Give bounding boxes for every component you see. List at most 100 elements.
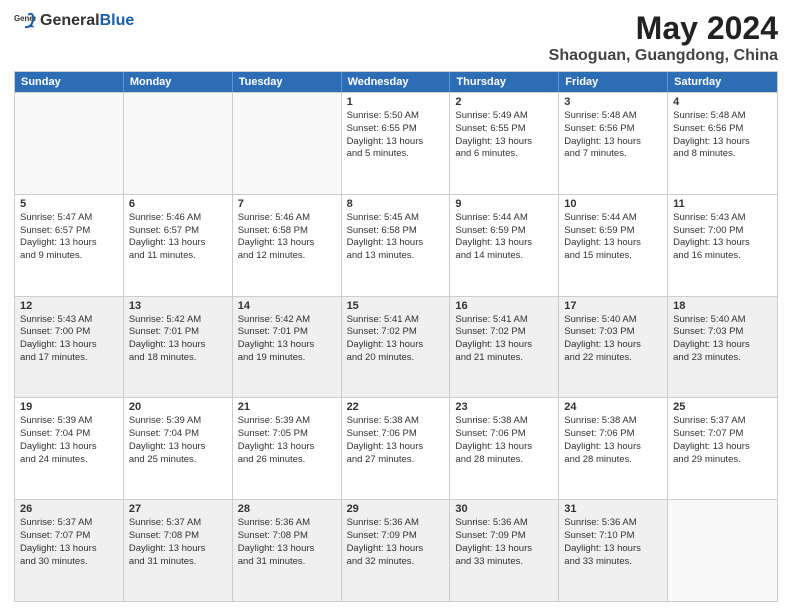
cell-line: Sunset: 7:06 PM	[347, 428, 445, 441]
calendar-cell: 18Sunrise: 5:40 AMSunset: 7:03 PMDayligh…	[668, 297, 777, 398]
cell-line: and 28 minutes.	[564, 454, 662, 467]
day-number: 4	[673, 96, 772, 108]
calendar-cell: 21Sunrise: 5:39 AMSunset: 7:05 PMDayligh…	[233, 398, 342, 499]
cell-line: Sunrise: 5:37 AM	[129, 517, 227, 530]
day-number: 27	[129, 503, 227, 515]
cell-line: Daylight: 13 hours	[347, 441, 445, 454]
cell-line: and 27 minutes.	[347, 454, 445, 467]
cell-line: and 17 minutes.	[20, 352, 118, 365]
cell-line: and 30 minutes.	[20, 556, 118, 569]
cell-line: Sunrise: 5:36 AM	[347, 517, 445, 530]
cell-line: and 18 minutes.	[129, 352, 227, 365]
cell-line: Daylight: 13 hours	[129, 441, 227, 454]
cell-line: Daylight: 13 hours	[455, 339, 553, 352]
cell-line: Sunset: 7:05 PM	[238, 428, 336, 441]
day-number: 15	[347, 300, 445, 312]
cell-line: Sunrise: 5:41 AM	[347, 314, 445, 327]
calendar-cell: 31Sunrise: 5:36 AMSunset: 7:10 PMDayligh…	[559, 500, 668, 601]
day-number: 2	[455, 96, 553, 108]
calendar: SundayMondayTuesdayWednesdayThursdayFrid…	[14, 71, 778, 602]
day-number: 11	[673, 198, 772, 210]
weekday-header: Friday	[559, 72, 668, 92]
cell-line: and 31 minutes.	[129, 556, 227, 569]
cell-line: Sunrise: 5:42 AM	[129, 314, 227, 327]
cell-line: Daylight: 13 hours	[673, 237, 772, 250]
cell-line: Daylight: 13 hours	[20, 237, 118, 250]
cell-line: and 19 minutes.	[238, 352, 336, 365]
cell-line: Daylight: 13 hours	[673, 441, 772, 454]
calendar-cell: 8Sunrise: 5:45 AMSunset: 6:58 PMDaylight…	[342, 195, 451, 296]
cell-line: Sunset: 7:03 PM	[673, 326, 772, 339]
cell-line: Sunrise: 5:50 AM	[347, 110, 445, 123]
cell-line: Sunrise: 5:38 AM	[347, 415, 445, 428]
cell-line: Sunset: 7:09 PM	[347, 530, 445, 543]
cell-line: Daylight: 13 hours	[564, 136, 662, 149]
calendar-cell: 19Sunrise: 5:39 AMSunset: 7:04 PMDayligh…	[15, 398, 124, 499]
cell-line: Daylight: 13 hours	[455, 543, 553, 556]
header: General General Blue May 2024 Shaoguan, …	[14, 10, 778, 65]
cell-line: Daylight: 13 hours	[20, 339, 118, 352]
calendar-cell: 13 Sunrise: 5:42 AMSunset: 7:01 PMDayligh…	[124, 297, 233, 398]
cell-line: Sunrise: 5:41 AM	[455, 314, 553, 327]
cell-line: Sunset: 7:01 PM	[129, 326, 227, 339]
cell-line: Sunrise: 5:48 AM	[673, 110, 772, 123]
cell-line: Daylight: 13 hours	[129, 339, 227, 352]
cell-line: and 12 minutes.	[238, 250, 336, 263]
logo-text-blue: Blue	[100, 12, 135, 30]
cell-line: and 21 minutes.	[455, 352, 553, 365]
calendar-cell: 2Sunrise: 5:49 AMSunset: 6:55 PMDaylight…	[450, 93, 559, 194]
day-number: 25	[673, 401, 772, 413]
cell-line: Daylight: 13 hours	[673, 136, 772, 149]
cell-line: Sunrise: 5:44 AM	[455, 212, 553, 225]
day-number: 9	[455, 198, 553, 210]
cell-line: Daylight: 13 hours	[347, 237, 445, 250]
calendar-cell: 3Sunrise: 5:48 AMSunset: 6:56 PMDaylight…	[559, 93, 668, 194]
calendar-cell: 20Sunrise: 5:39 AMSunset: 7:04 PMDayligh…	[124, 398, 233, 499]
cell-line: Sunset: 6:56 PM	[673, 123, 772, 136]
cell-line: Sunset: 7:07 PM	[20, 530, 118, 543]
day-number: 13	[129, 300, 227, 312]
day-number: 24	[564, 401, 662, 413]
calendar-cell: 5Sunrise: 5:47 AMSunset: 6:57 PMDaylight…	[15, 195, 124, 296]
cell-line: Sunset: 7:06 PM	[564, 428, 662, 441]
cell-line: Sunrise: 5:43 AM	[20, 314, 118, 327]
cell-line: and 11 minutes.	[129, 250, 227, 263]
cell-line: and 26 minutes.	[238, 454, 336, 467]
cell-line: Sunrise: 5:49 AM	[455, 110, 553, 123]
cell-line: Sunset: 6:58 PM	[238, 225, 336, 238]
calendar-row: 5Sunrise: 5:47 AMSunset: 6:57 PMDaylight…	[15, 194, 777, 296]
day-number: 3	[564, 96, 662, 108]
cell-line: Daylight: 13 hours	[564, 543, 662, 556]
cell-line: Sunrise: 5:39 AM	[20, 415, 118, 428]
cell-line: Sunrise: 5:45 AM	[347, 212, 445, 225]
calendar-cell: 7Sunrise: 5:46 AMSunset: 6:58 PMDaylight…	[233, 195, 342, 296]
cell-line: Sunset: 6:56 PM	[564, 123, 662, 136]
cell-line: Daylight: 13 hours	[347, 339, 445, 352]
cell-line: and 14 minutes.	[455, 250, 553, 263]
calendar-cell: 1Sunrise: 5:50 AMSunset: 6:55 PMDaylight…	[342, 93, 451, 194]
day-number: 19	[20, 401, 118, 413]
cell-line: Sunrise: 5:39 AM	[129, 415, 227, 428]
cell-line: and 20 minutes.	[347, 352, 445, 365]
cell-line: Sunset: 7:01 PM	[238, 326, 336, 339]
weekday-header: Thursday	[450, 72, 559, 92]
cell-line: Sunrise: 5:40 AM	[673, 314, 772, 327]
cell-line: and 25 minutes.	[129, 454, 227, 467]
logo-text-general: General	[40, 12, 100, 30]
cell-line: Sunset: 7:09 PM	[455, 530, 553, 543]
cell-line: and 24 minutes.	[20, 454, 118, 467]
cell-line: Daylight: 13 hours	[455, 441, 553, 454]
calendar-cell: 15Sunrise: 5:41 AMSunset: 7:02 PMDayligh…	[342, 297, 451, 398]
cell-line: Sunrise: 5:38 AM	[455, 415, 553, 428]
day-number: 10	[564, 198, 662, 210]
cell-line: and 22 minutes.	[564, 352, 662, 365]
cell-line: Sunset: 6:59 PM	[564, 225, 662, 238]
cell-line: and 32 minutes.	[347, 556, 445, 569]
calendar-cell: 6Sunrise: 5:46 AMSunset: 6:57 PMDaylight…	[124, 195, 233, 296]
calendar-subtitle: Shaoguan, Guangdong, China	[549, 47, 778, 65]
weekday-header: Monday	[124, 72, 233, 92]
cell-line: Sunset: 7:08 PM	[238, 530, 336, 543]
cell-line: Daylight: 13 hours	[238, 543, 336, 556]
calendar-cell: 26Sunrise: 5:37 AMSunset: 7:07 PMDayligh…	[15, 500, 124, 601]
cell-line: Daylight: 13 hours	[347, 136, 445, 149]
